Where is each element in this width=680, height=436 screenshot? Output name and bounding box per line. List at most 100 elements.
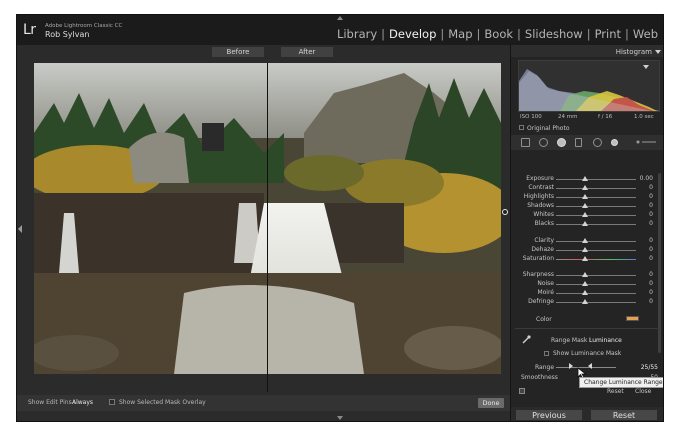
mask-reset-link[interactable]: Reset [607,388,624,395]
slider-handle-icon[interactable] [582,203,588,208]
tool-options-icon[interactable] [634,138,658,146]
color-swatch[interactable] [626,316,639,321]
spot-removal-tool-icon[interactable] [539,138,548,147]
previous-button[interactable]: Previous [515,409,583,421]
slider-handle-icon[interactable] [582,221,588,226]
slider-label: Shadows [527,202,554,209]
red-eye-tool-icon[interactable] [557,138,566,147]
module-web[interactable]: Web [630,27,661,41]
mask-toggle-switch[interactable] [519,388,525,394]
exif-focal: 24 mm [558,114,578,120]
slider-value[interactable]: 0 [649,237,653,244]
range-value: 25/55 [640,364,658,371]
slider-value[interactable]: 0 [649,271,653,278]
range-label: Range [535,364,555,371]
slider-value[interactable]: 0 [649,202,653,209]
slider-track[interactable] [556,259,636,260]
slider-handle-icon[interactable] [582,256,588,261]
module-map[interactable]: Map [445,27,475,41]
slider-row-shadows: Shadows 0 [511,202,657,210]
slider-handle-icon[interactable] [582,185,588,190]
slider-handle-icon[interactable] [582,238,588,243]
slider-label: Highlights [523,193,554,200]
module-library[interactable]: Library [334,27,380,41]
crop-tool-icon[interactable] [521,138,530,147]
exif-aperture: f / 16 [598,114,613,120]
collapse-bottom-arrow-icon[interactable] [337,416,343,420]
edit-pin-icon[interactable] [502,209,508,215]
slider-row-whites: Whites 0 [511,211,657,219]
slider-row-dehaze: Dehaze 0 [511,246,657,254]
graduated-filter-tool-icon[interactable] [575,138,582,147]
slider-handle-icon[interactable] [582,290,588,295]
slider-label: Defringe [528,298,554,305]
eyedropper-icon[interactable] [521,335,531,345]
app-name: Adobe Lightroom Classic CC [45,23,123,29]
slider-label: Moiré [537,289,554,296]
slider-track[interactable] [556,197,636,198]
develop-right-panel: Histogram ISO 100 24 mm f / 16 1.0 sec O… [510,45,663,421]
slider-handle-icon[interactable] [582,194,588,199]
module-print[interactable]: Print [592,27,624,41]
slider-handle-icon[interactable] [582,272,588,277]
slider-label: Exposure [526,175,554,182]
range-low-handle[interactable] [569,363,573,369]
range-mask-dropdown[interactable]: Luminance [589,337,622,344]
original-photo-checkbox[interactable] [519,125,524,130]
module-develop[interactable]: Develop [386,27,439,41]
slider-value[interactable]: 0.00 [640,175,653,182]
slider-track[interactable] [556,215,636,216]
slider-row-noise: Noise 0 [511,280,657,288]
slider-track[interactable] [556,224,636,225]
slider-value[interactable]: 0 [649,298,653,305]
mask-close-link[interactable]: Close [635,388,651,395]
slider-handle-icon[interactable] [582,281,588,286]
slider-track[interactable] [556,188,636,189]
collapse-triangle-icon[interactable] [655,50,661,54]
slider-value[interactable]: 0 [649,211,653,218]
slider-label: Noise [537,280,554,287]
done-button[interactable]: Done [478,398,504,408]
range-high-handle[interactable] [588,363,592,369]
slider-handle-icon[interactable] [582,176,588,181]
histogram-graph[interactable] [518,60,660,112]
slider-track[interactable] [556,250,636,251]
show-edit-pins-dropdown[interactable]: Always [72,399,93,406]
slider-track[interactable] [556,241,636,242]
show-luminance-mask-checkbox[interactable] [544,351,549,356]
module-book[interactable]: Book [481,27,516,41]
slider-handle-icon[interactable] [582,247,588,252]
slider-track[interactable] [556,293,636,294]
slider-value[interactable]: 0 [649,246,653,253]
exif-info: ISO 100 24 mm f / 16 1.0 sec [518,114,660,122]
slider-value[interactable]: 0 [649,280,653,287]
collapse-left-panel-icon[interactable] [18,225,22,233]
slider-handle-icon[interactable] [582,299,588,304]
histogram-header[interactable]: Histogram [511,45,663,57]
divider [515,328,659,329]
slider-handle-icon[interactable] [582,212,588,217]
collapse-top-arrow-icon[interactable] [337,16,343,20]
tool-strip [511,135,663,150]
mask-overlay-checkbox[interactable] [109,399,115,405]
slider-track[interactable] [556,275,636,276]
slider-track[interactable] [556,302,636,303]
adjustment-brush-tool-icon[interactable] [611,139,618,146]
slider-track[interactable] [556,206,636,207]
slider-value[interactable]: 0 [649,220,653,227]
slider-value[interactable]: 0 [649,184,653,191]
slider-label: Clarity [534,237,554,244]
slider-label: Sharpness [522,271,554,278]
slider-row-contrast: Contrast 0 [511,184,657,192]
slider-value[interactable]: 0 [649,193,653,200]
slider-value[interactable]: 0 [649,289,653,296]
module-slideshow[interactable]: Slideshow [522,27,586,41]
slider-track[interactable] [556,179,636,180]
slider-row-highlights: Highlights 0 [511,193,657,201]
slider-track[interactable] [556,284,636,285]
reset-button[interactable]: Reset [590,409,658,421]
panel-scrollbar[interactable] [658,173,661,353]
slider-value[interactable]: 0 [649,255,653,262]
radial-filter-tool-icon[interactable] [593,138,602,147]
slider-row-sharpness: Sharpness 0 [511,271,657,279]
